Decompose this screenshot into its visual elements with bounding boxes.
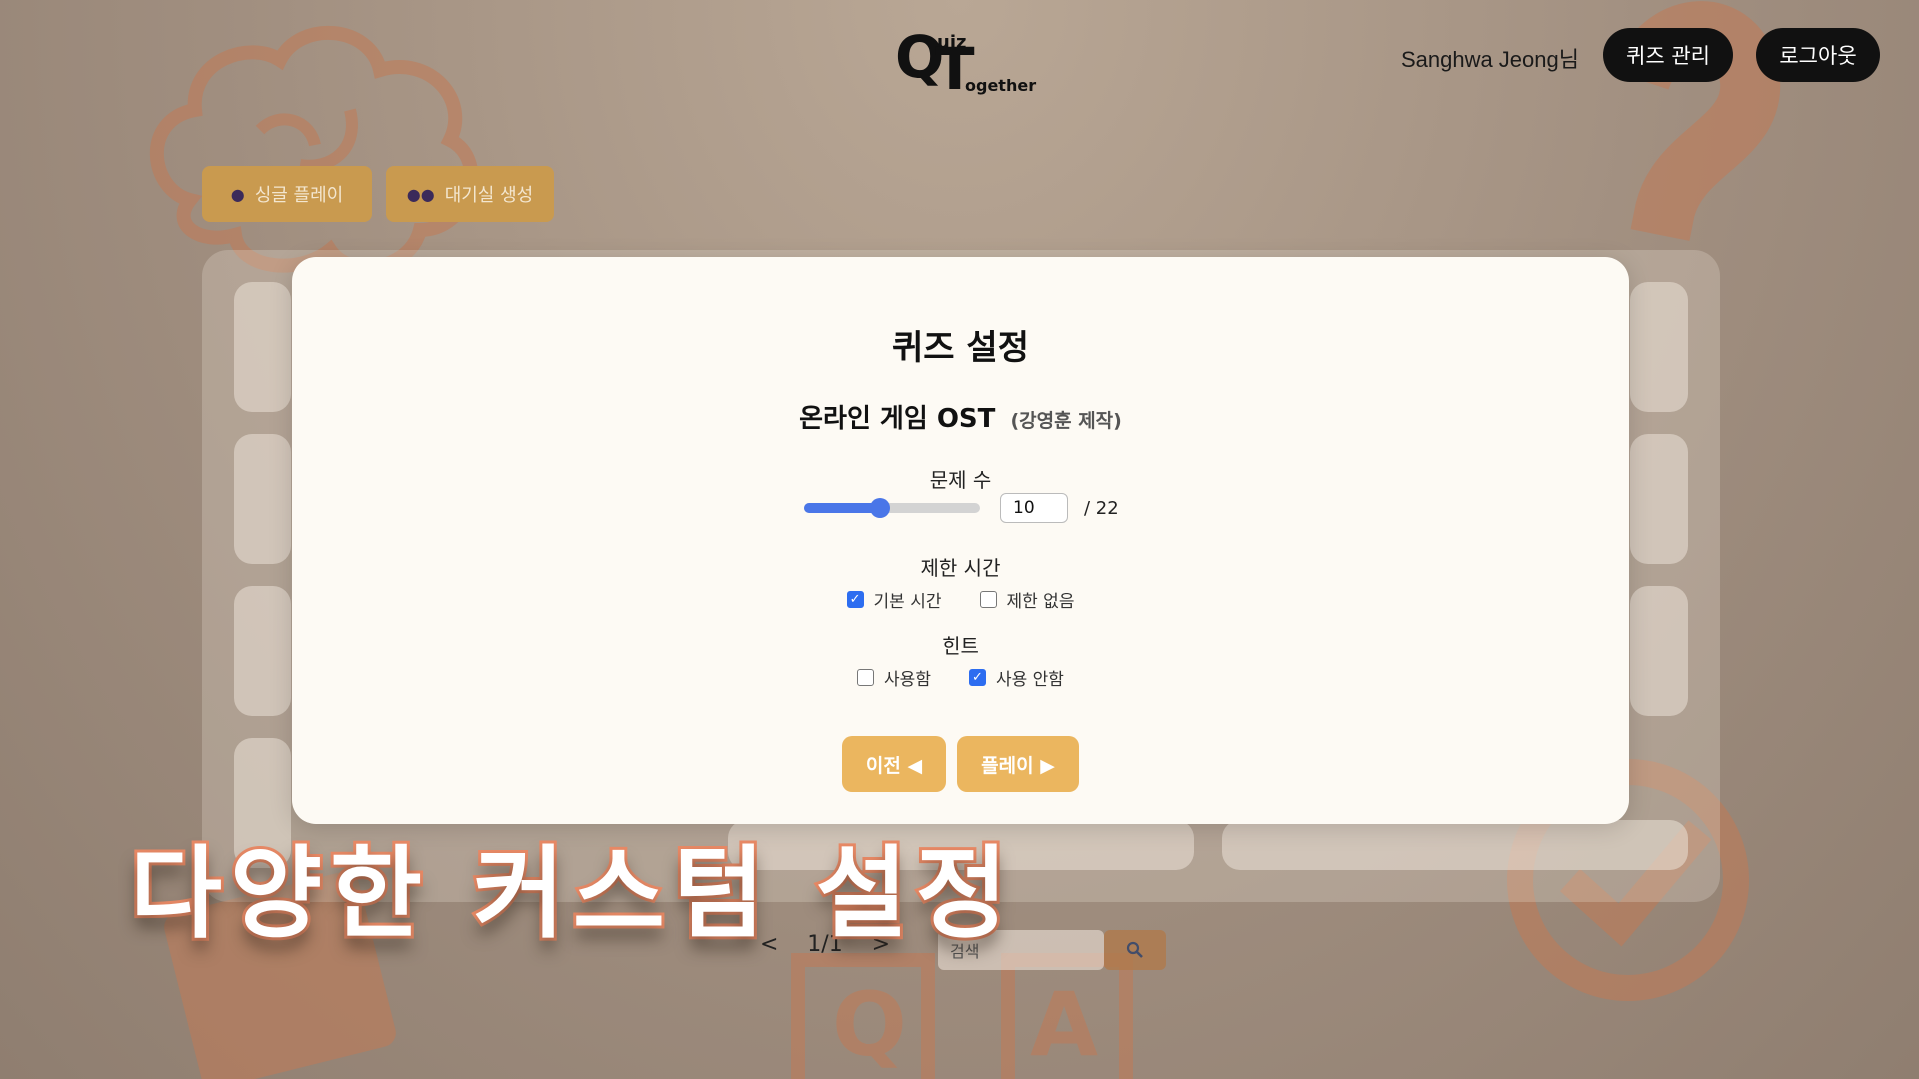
- search-button[interactable]: [1104, 930, 1166, 970]
- app-logo[interactable]: Q uiz T ogether: [895, 28, 1036, 98]
- group-icon: ●●: [406, 184, 435, 204]
- single-play-button[interactable]: ● 싱글 플레이: [202, 166, 372, 222]
- question-count-total: / 22: [1084, 497, 1119, 519]
- quiz-name-line: 온라인 게임 OST (강영훈 제작): [292, 398, 1629, 435]
- question-count-row: / 22: [804, 492, 1119, 524]
- hint-off-option[interactable]: ✓ 사용 안함: [968, 665, 1064, 690]
- time-default-checkbox[interactable]: ✓: [846, 591, 864, 608]
- time-unlimited-checkbox[interactable]: [979, 591, 997, 608]
- quiz-card[interactable]: [1630, 434, 1688, 564]
- quiz-author: (강영훈 제작): [1010, 410, 1122, 432]
- play-button[interactable]: 플레이 ▶: [957, 736, 1079, 792]
- time-unlimited-option[interactable]: 제한 없음: [979, 587, 1075, 612]
- quiz-card[interactable]: [1222, 820, 1688, 870]
- hint-use-checkbox[interactable]: [857, 669, 875, 686]
- slider-thumb[interactable]: [869, 498, 890, 518]
- user-name: Sanghwa Jeong님: [1400, 47, 1579, 72]
- quiz-card[interactable]: [1630, 282, 1688, 412]
- search-icon: [1126, 941, 1143, 958]
- single-play-label: 싱글 플레이: [254, 185, 344, 206]
- time-unlimited-label: 제한 없음: [1006, 592, 1075, 612]
- hint-off-label: 사용 안함: [995, 670, 1064, 690]
- question-count-input[interactable]: [1000, 493, 1068, 523]
- question-count-slider[interactable]: [804, 498, 980, 518]
- brain-illustration: [149, 25, 479, 275]
- create-room-label: 대기실 생성: [444, 185, 534, 206]
- quiz-card[interactable]: [234, 586, 291, 716]
- quiz-settings-modal: 퀴즈 설정 온라인 게임 OST (강영훈 제작) 문제 수 / 22 제한 시…: [292, 257, 1629, 824]
- hint-label: 힌트: [942, 634, 979, 658]
- slider-fill: [804, 503, 880, 513]
- quiz-card[interactable]: [234, 282, 291, 412]
- hint-off-checkbox[interactable]: ✓: [968, 669, 986, 686]
- time-limit-label: 제한 시간: [920, 556, 1001, 580]
- quiz-name: 온라인 게임 OST: [799, 404, 996, 434]
- time-default-label: 기본 시간: [873, 592, 942, 612]
- person-icon: ●: [230, 184, 245, 204]
- logout-button[interactable]: 로그아웃: [1756, 28, 1880, 82]
- time-default-option[interactable]: ✓ 기본 시간: [846, 587, 942, 612]
- hint-options: 사용함 ✓ 사용 안함: [292, 665, 1629, 690]
- svg-text:A: A: [1030, 973, 1098, 1076]
- question-count-label: 문제 수: [929, 468, 992, 492]
- hint-use-option[interactable]: 사용함: [857, 665, 931, 690]
- prev-button[interactable]: 이전 ◀: [842, 736, 946, 792]
- modal-title: 퀴즈 설정: [892, 328, 1029, 368]
- hint-use-label: 사용함: [884, 670, 931, 690]
- qa-cards-illustration: Q A: [791, 953, 1133, 1079]
- quiz-manage-button[interactable]: 퀴즈 관리: [1603, 28, 1733, 82]
- promo-caption: 다양한 커스텀 설정: [127, 832, 1016, 955]
- logo-ogether: ogether: [965, 76, 1037, 95]
- quiz-card[interactable]: [234, 434, 291, 564]
- time-limit-options: ✓ 기본 시간 제한 없음: [292, 587, 1629, 612]
- quiz-card[interactable]: [1630, 586, 1688, 716]
- svg-text:Q: Q: [832, 973, 907, 1076]
- create-room-button[interactable]: ●● 대기실 생성: [386, 166, 554, 222]
